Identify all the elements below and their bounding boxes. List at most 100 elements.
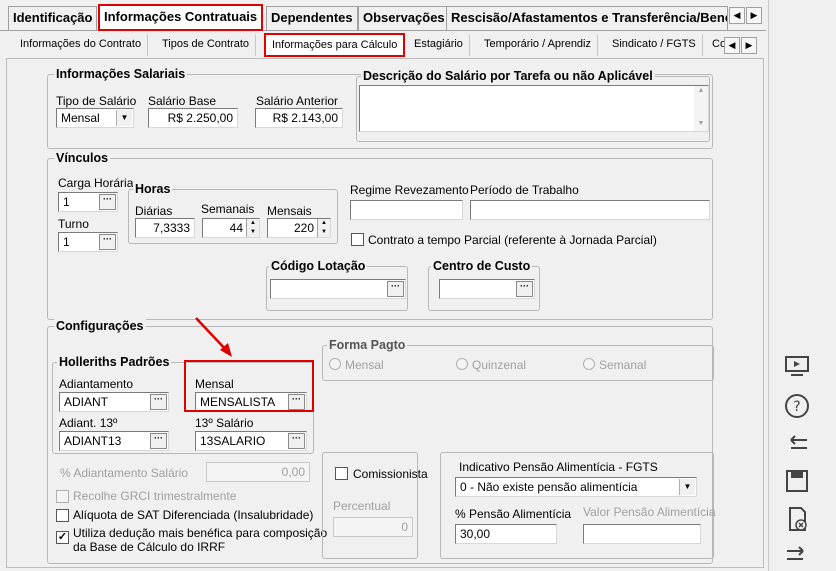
salario13-field[interactable]: 13SALARIO ··· [195,431,307,451]
pensao-indicativo-select[interactable]: 0 - Não existe pensão alimentícia ▼ [455,477,697,497]
preview-icon[interactable] [783,352,811,380]
adiantamento-value: ADIANT [64,395,109,409]
salario-base-field[interactable]: R$ 2.250,00 [148,108,238,128]
contrato-parcial-label: Contrato a tempo Parcial (referente à Jo… [368,233,657,247]
tab-label: Dependentes [271,10,353,25]
tab-observacoes[interactable]: Observações [358,6,450,30]
tipo-salario-label: Tipo de Salário [56,94,137,108]
irrf-label-line1: Utiliza dedução mais benéfica para compo… [73,526,328,540]
salario-anterior-field[interactable]: R$ 2.143,00 [255,108,343,128]
subtab-temporario-aprendiz[interactable]: Temporário / Aprendiz [478,34,598,56]
salario13-lookup-button[interactable]: ··· [288,433,305,449]
regime-revezamento-label: Regime Revezamento [350,183,469,197]
tab-label: Observações [363,10,445,25]
perc-adiantamento-field[interactable]: 0,00 [206,462,310,482]
comissionista-checkbox[interactable] [335,467,348,480]
spin-up-icon[interactable]: ▲ [318,219,330,228]
semanais-spinner[interactable]: 44 ▲ ▼ [202,218,260,238]
action-sidebar: ? [768,0,836,571]
sat-checkbox[interactable] [56,509,69,522]
percentual-field[interactable]: 0 [333,517,413,537]
save-icon[interactable] [783,467,811,495]
textarea-scrollbar[interactable]: ▲ ▼ [694,86,708,131]
subtab-sindicato-fgts[interactable]: Sindicato / FGTS [606,34,703,56]
contrato-parcial-checkbox[interactable] [351,233,364,246]
regime-revezamento-field[interactable] [350,200,463,220]
periodo-trabalho-field[interactable] [470,200,710,220]
centro-custo-title: Centro de Custo [431,259,533,274]
mensais-spin-buttons[interactable]: ▲ ▼ [317,219,330,237]
subtab-scroll-right-button[interactable]: ▶ [741,37,757,54]
turno-field[interactable]: 1 ··· [58,232,118,252]
mensais-value: 220 [293,221,314,235]
grci-checkbox[interactable] [56,490,69,503]
centro-custo-field[interactable]: ··· [439,279,535,299]
codigo-lotacao-field[interactable]: ··· [270,279,406,299]
spin-down-icon[interactable]: ▼ [247,228,259,237]
tab-label: Identificação [13,10,93,25]
scroll-down-icon[interactable]: ▼ [694,119,708,129]
radio-mensal[interactable] [329,358,341,370]
subtab-tipos-contrato[interactable]: Tipos de Contrato [156,34,257,56]
tab-informacoes-contratuais[interactable]: Informações Contratuais [98,4,264,31]
adiant13-lookup-button[interactable]: ··· [150,433,167,449]
descricao-salario-textarea[interactable]: ▲ ▼ [359,85,709,132]
subtab-estagiario[interactable]: Estagiário [408,34,470,56]
cancel-document-icon[interactable] [783,505,811,533]
adiant13-value: ADIANT13 [64,434,122,448]
radio-quinzenal-label: Quinzenal [472,358,527,372]
turno-lookup-button[interactable]: ··· [99,234,116,250]
chevron-down-icon[interactable]: ▼ [679,479,695,495]
pensao-indicativo-value: 0 - Não existe pensão alimentícia [460,480,638,494]
configuracoes-group: Configurações Holleriths Padrões Adianta… [47,319,716,564]
adiantamento-lookup-button[interactable]: ··· [150,394,167,410]
horas-group: Horas Diárias 7,3333 Semanais 44 ▲ ▼ Mens… [128,182,338,244]
main-tab-strip: Identificação Informações Contratuais De… [0,0,766,31]
percentual-label: Percentual [333,499,391,513]
irrf-checkbox[interactable]: ✓ [56,531,69,544]
carga-horaria-field[interactable]: 1 ··· [58,192,118,212]
centro-custo-lookup-button[interactable]: ··· [516,281,533,297]
holleriths-padroes-title: Holleriths Padrões [57,355,172,370]
subtab-informacoes-contrato[interactable]: Informações do Contrato [14,34,149,56]
tab-rescisao[interactable]: Rescisão/Afastamentos e Transferência/Be… [446,6,728,30]
adiant13-field[interactable]: ADIANT13 ··· [59,431,169,451]
subtab-informacoes-calculo[interactable]: Informações para Cálculo [264,33,406,57]
tab-identificacao[interactable]: Identificação [8,6,98,30]
salario-anterior-label: Salário Anterior [256,94,339,108]
semanais-spin-buttons[interactable]: ▲ ▼ [246,219,259,237]
chevron-down-icon[interactable]: ▼ [116,110,132,126]
horas-title: Horas [133,182,173,197]
radio-semanal[interactable] [583,358,595,370]
turno-value: 1 [63,235,70,249]
tab-label: Rescisão/Afastamentos e Transferência/Be… [451,10,728,25]
scroll-up-icon[interactable]: ▲ [694,86,708,96]
subtab-scroll-left-button[interactable]: ◀ [724,37,740,54]
help-icon[interactable]: ? [783,392,811,420]
spin-down-icon[interactable]: ▼ [318,228,330,237]
tipo-salario-value: Mensal [61,111,100,125]
diarias-field[interactable]: 7,3333 [135,218,195,238]
radio-quinzenal[interactable] [456,358,468,370]
forward-arrow-icon[interactable] [783,541,811,569]
tab-scroll-left-button[interactable]: ◀ [729,7,745,24]
codigo-lotacao-lookup-button[interactable]: ··· [387,281,404,297]
mensais-spinner[interactable]: 220 ▲ ▼ [267,218,331,238]
spin-up-icon[interactable]: ▲ [247,219,259,228]
pensao-valor-field[interactable] [583,524,701,544]
back-arrow-icon[interactable] [783,430,811,458]
irrf-label-line2: da Base de Cálculo do IRRF [73,540,226,554]
salario-base-label: Salário Base [148,94,217,108]
forma-pagto-title: Forma Pagto [327,338,408,353]
sat-label: Alíquota de SAT Diferenciada (Insalubrid… [73,508,314,522]
svg-text:?: ? [793,399,800,415]
adiantamento-field[interactable]: ADIANT ··· [59,392,169,412]
carga-horaria-label: Carga Horária [58,176,134,190]
pensao-perc-field[interactable]: 30,00 [455,524,557,544]
tab-dependentes[interactable]: Dependentes [266,6,358,30]
tab-scroll-right-button[interactable]: ▶ [746,7,762,24]
carga-horaria-lookup-button[interactable]: ··· [99,194,116,210]
tipo-salario-select[interactable]: Mensal ▼ [56,108,134,128]
informacoes-salariais-group: Informações Salariais Tipo de Salário Me… [47,67,713,149]
turno-label: Turno [58,217,89,231]
